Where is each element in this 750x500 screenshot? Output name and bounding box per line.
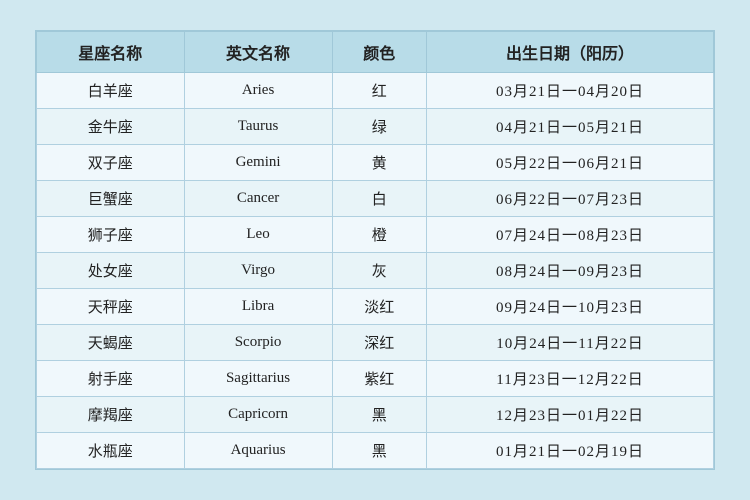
cell-dates: 08月24日一09月23日 — [427, 253, 714, 289]
cell-dates: 09月24日一10月23日 — [427, 289, 714, 325]
cell-chinese-name: 白羊座 — [37, 73, 185, 109]
cell-color: 深红 — [332, 325, 427, 361]
table-row: 天秤座Libra淡红09月24日一10月23日 — [37, 289, 714, 325]
table-body: 白羊座Aries红03月21日一04月20日金牛座Taurus绿04月21日一0… — [37, 73, 714, 469]
header-chinese-name: 星座名称 — [37, 32, 185, 73]
cell-english-name: Sagittarius — [184, 361, 332, 397]
cell-dates: 03月21日一04月20日 — [427, 73, 714, 109]
table-row: 摩羯座Capricorn黑12月23日一01月22日 — [37, 397, 714, 433]
cell-color: 白 — [332, 181, 427, 217]
cell-english-name: Taurus — [184, 109, 332, 145]
cell-dates: 11月23日一12月22日 — [427, 361, 714, 397]
cell-english-name: Gemini — [184, 145, 332, 181]
table-row: 天蝎座Scorpio深红10月24日一11月22日 — [37, 325, 714, 361]
cell-chinese-name: 射手座 — [37, 361, 185, 397]
header-dates: 出生日期（阳历） — [427, 32, 714, 73]
cell-chinese-name: 双子座 — [37, 145, 185, 181]
table-row: 金牛座Taurus绿04月21日一05月21日 — [37, 109, 714, 145]
cell-color: 黑 — [332, 433, 427, 469]
cell-chinese-name: 天蝎座 — [37, 325, 185, 361]
cell-english-name: Capricorn — [184, 397, 332, 433]
cell-english-name: Cancer — [184, 181, 332, 217]
cell-english-name: Libra — [184, 289, 332, 325]
cell-color: 绿 — [332, 109, 427, 145]
cell-english-name: Aries — [184, 73, 332, 109]
table-row: 巨蟹座Cancer白06月22日一07月23日 — [37, 181, 714, 217]
cell-color: 橙 — [332, 217, 427, 253]
cell-color: 红 — [332, 73, 427, 109]
cell-color: 淡红 — [332, 289, 427, 325]
cell-dates: 10月24日一11月22日 — [427, 325, 714, 361]
cell-dates: 05月22日一06月21日 — [427, 145, 714, 181]
table-row: 狮子座Leo橙07月24日一08月23日 — [37, 217, 714, 253]
cell-chinese-name: 天秤座 — [37, 289, 185, 325]
cell-dates: 07月24日一08月23日 — [427, 217, 714, 253]
header-color: 颜色 — [332, 32, 427, 73]
cell-color: 紫红 — [332, 361, 427, 397]
cell-chinese-name: 水瓶座 — [37, 433, 185, 469]
cell-chinese-name: 处女座 — [37, 253, 185, 289]
table-row: 双子座Gemini黄05月22日一06月21日 — [37, 145, 714, 181]
table-row: 水瓶座Aquarius黑01月21日一02月19日 — [37, 433, 714, 469]
header-english-name: 英文名称 — [184, 32, 332, 73]
zodiac-table: 星座名称 英文名称 颜色 出生日期（阳历） 白羊座Aries红03月21日一04… — [36, 31, 714, 469]
cell-color: 灰 — [332, 253, 427, 289]
table-row: 处女座Virgo灰08月24日一09月23日 — [37, 253, 714, 289]
cell-color: 黑 — [332, 397, 427, 433]
cell-english-name: Virgo — [184, 253, 332, 289]
cell-english-name: Aquarius — [184, 433, 332, 469]
cell-chinese-name: 金牛座 — [37, 109, 185, 145]
table-header-row: 星座名称 英文名称 颜色 出生日期（阳历） — [37, 32, 714, 73]
zodiac-table-container: 星座名称 英文名称 颜色 出生日期（阳历） 白羊座Aries红03月21日一04… — [35, 30, 715, 470]
cell-english-name: Leo — [184, 217, 332, 253]
cell-dates: 12月23日一01月22日 — [427, 397, 714, 433]
cell-dates: 04月21日一05月21日 — [427, 109, 714, 145]
cell-chinese-name: 狮子座 — [37, 217, 185, 253]
cell-dates: 06月22日一07月23日 — [427, 181, 714, 217]
cell-chinese-name: 巨蟹座 — [37, 181, 185, 217]
cell-color: 黄 — [332, 145, 427, 181]
cell-english-name: Scorpio — [184, 325, 332, 361]
table-row: 白羊座Aries红03月21日一04月20日 — [37, 73, 714, 109]
cell-chinese-name: 摩羯座 — [37, 397, 185, 433]
table-row: 射手座Sagittarius紫红11月23日一12月22日 — [37, 361, 714, 397]
cell-dates: 01月21日一02月19日 — [427, 433, 714, 469]
